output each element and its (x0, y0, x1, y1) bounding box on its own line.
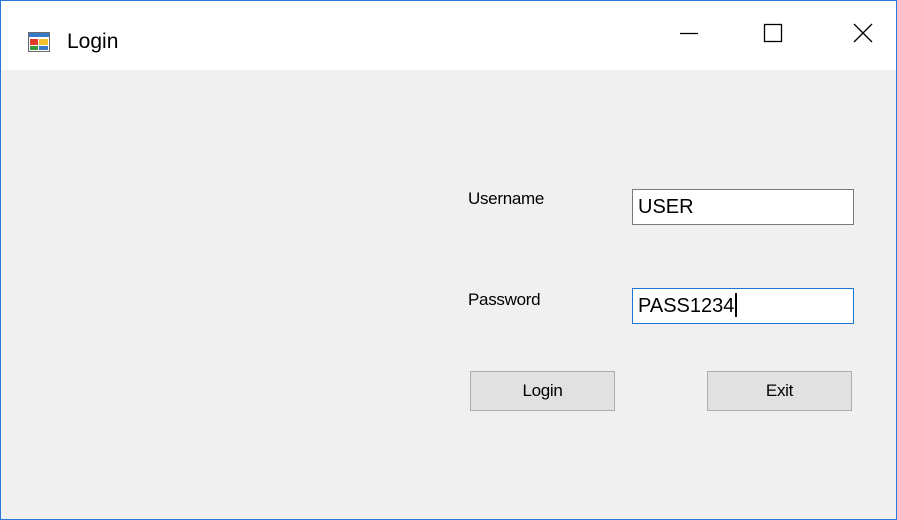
window-title: Login (67, 30, 119, 53)
password-label: Password (468, 290, 541, 309)
close-icon (853, 23, 873, 48)
exit-button-label: Exit (765, 381, 794, 400)
minimize-icon (679, 23, 699, 48)
login-form: Username USER Password PASS1234 Login Ex… (1, 70, 896, 519)
maximize-button[interactable] (741, 1, 805, 70)
text-caret (735, 293, 738, 318)
title-bar[interactable]: Login (1, 1, 896, 70)
login-button-label: Login (522, 381, 563, 400)
maximize-icon (763, 23, 783, 48)
username-value: USER (638, 196, 694, 218)
login-window: Login Username USER Password PASS1234 Lo… (0, 0, 897, 520)
username-input[interactable]: USER (632, 189, 854, 225)
login-button[interactable]: Login (470, 371, 615, 411)
password-input[interactable]: PASS1234 (632, 288, 854, 324)
username-label: Username (468, 189, 545, 208)
exit-button[interactable]: Exit (707, 371, 852, 411)
minimize-button[interactable] (657, 1, 721, 70)
app-window-icon (28, 32, 50, 52)
close-button[interactable] (831, 1, 895, 70)
password-value: PASS1234 (638, 295, 735, 317)
